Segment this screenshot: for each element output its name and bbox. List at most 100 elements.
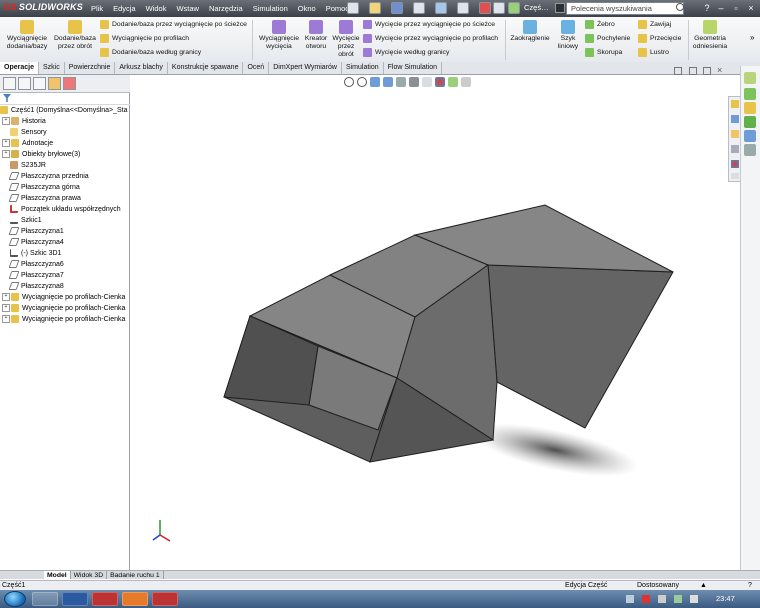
loft-body-right-front[interactable] bbox=[487, 264, 674, 429]
tree-item-sketch1[interactable]: Szkic1 bbox=[0, 216, 140, 227]
taskbar-solidworks-app[interactable] bbox=[92, 592, 118, 606]
boundary-boss-button[interactable]: Dodanie/baza według granicy bbox=[100, 48, 250, 57]
edit-appearance-icon[interactable] bbox=[435, 77, 445, 87]
tree-item-3d-sketch[interactable]: (-) Szkic 3D1 bbox=[0, 249, 140, 260]
tab-simulation[interactable]: Simulation bbox=[342, 62, 384, 74]
open-folder-icon[interactable] bbox=[369, 2, 381, 14]
design-library-icon[interactable] bbox=[731, 115, 739, 123]
extrude-cut-button[interactable]: Wyciągnięcie wycięcia bbox=[256, 19, 302, 51]
expand-icon[interactable]: + bbox=[2, 315, 10, 324]
minimize-icon[interactable]: – bbox=[714, 2, 728, 14]
revolve-boss-button[interactable]: Dodanie/baza przez obrót bbox=[52, 19, 98, 51]
options-icon[interactable] bbox=[508, 2, 520, 14]
tree-item-plane1[interactable]: Płaszczyzna1 bbox=[0, 227, 140, 238]
tab-evaluate[interactable]: Oceń bbox=[243, 62, 270, 74]
menu-simulation[interactable]: Simulation bbox=[248, 4, 293, 13]
close-icon[interactable]: × bbox=[744, 2, 758, 14]
tab-3d-view[interactable]: Widok 3D bbox=[71, 571, 108, 579]
help-icon[interactable]: ? bbox=[700, 2, 714, 14]
file-explorer-icon[interactable] bbox=[731, 130, 739, 138]
expand-icon[interactable]: + bbox=[2, 293, 10, 302]
tree-item-origin[interactable]: Początek układu współrzędnych bbox=[0, 205, 140, 216]
tree-item-history[interactable]: + Historia bbox=[0, 117, 132, 128]
expand-icon[interactable]: + bbox=[2, 150, 10, 159]
wrap-button[interactable]: Zawijaj bbox=[638, 20, 688, 29]
shell-button[interactable]: Skorupa bbox=[585, 48, 635, 57]
rebuild-icon[interactable] bbox=[479, 2, 491, 14]
tree-item-solid-bodies[interactable]: + Obiekty bryłowe(3) bbox=[0, 150, 132, 161]
display-style-icon[interactable] bbox=[409, 77, 419, 87]
tray-icon[interactable] bbox=[642, 595, 650, 603]
print-icon[interactable] bbox=[413, 2, 425, 14]
intersect-button[interactable]: Przecięcie bbox=[638, 34, 688, 43]
tab-sheet-metal[interactable]: Arkusz blachy bbox=[115, 62, 168, 74]
dimxpert-manager-tab-icon[interactable] bbox=[48, 77, 61, 90]
select-arrow-icon[interactable] bbox=[457, 2, 469, 14]
expand-icon[interactable]: + bbox=[2, 304, 10, 313]
boundary-cut-button[interactable]: Wycięcie według granicy bbox=[363, 48, 505, 57]
file-properties-icon[interactable] bbox=[493, 2, 505, 14]
tab-motion-study[interactable]: Badanie ruchu 1 bbox=[107, 571, 164, 579]
reference-tool-icon[interactable] bbox=[744, 116, 756, 128]
extrude-boss-button[interactable]: Wyciągnięcie dodania/bazy bbox=[4, 19, 50, 51]
mirror-button[interactable]: Lustro bbox=[638, 48, 688, 57]
taskbar-solidworks-app[interactable] bbox=[152, 592, 178, 606]
network-icon[interactable] bbox=[674, 595, 682, 603]
restore-icon[interactable]: ▫ bbox=[729, 2, 743, 14]
draft-button[interactable]: Pochylenie bbox=[585, 34, 635, 43]
curves-tool-icon[interactable] bbox=[744, 130, 756, 142]
feature-manager-tab-icon[interactable] bbox=[3, 77, 16, 90]
tree-item-plane7[interactable]: Płaszczyzna7 bbox=[0, 271, 140, 282]
tree-item-top-plane[interactable]: Płaszczyzna górna bbox=[0, 183, 140, 194]
hide-show-items-icon[interactable] bbox=[422, 77, 432, 87]
tree-item-loft2[interactable]: + Wyciągnięcie po profilach-Cienka bbox=[0, 304, 132, 315]
instant-3d-icon[interactable] bbox=[744, 144, 756, 156]
tree-item-right-plane[interactable]: Płaszczyzna prawa bbox=[0, 194, 140, 205]
rib-button[interactable]: Żebro bbox=[585, 20, 635, 29]
sketch-tool-icon[interactable] bbox=[744, 72, 756, 84]
viewport-maximize-icon[interactable] bbox=[703, 67, 711, 75]
tray-icon[interactable] bbox=[658, 595, 666, 603]
filter-icon[interactable] bbox=[3, 94, 11, 102]
search-commands-input[interactable]: Polecenia wyszukiwania bbox=[566, 2, 684, 15]
taskbar-clock[interactable]: 23:47 bbox=[716, 594, 735, 603]
taskbar-app[interactable] bbox=[122, 592, 148, 606]
tree-item-part[interactable]: Część1 (Domyślna<<Domyślna>_Sta bbox=[0, 106, 130, 117]
linear-pattern-button[interactable]: Szyk liniowy bbox=[553, 19, 583, 51]
menu-plik[interactable]: Plik bbox=[86, 4, 108, 13]
property-manager-tab-icon[interactable] bbox=[18, 77, 31, 90]
tab-surfaces[interactable]: Powierzchnie bbox=[65, 62, 116, 74]
tab-dimxpert[interactable]: DimXpert Wymiarów bbox=[269, 62, 342, 74]
start-button[interactable] bbox=[4, 591, 26, 607]
fillet-button[interactable]: Zaokrąglenie bbox=[508, 19, 552, 43]
taskbar-word-app[interactable] bbox=[62, 592, 88, 606]
part-model-view[interactable] bbox=[131, 75, 728, 570]
sweep-cut-button[interactable]: Wycięcie przez wyciągnięcie po ścieżce bbox=[363, 20, 505, 29]
loft-cut-button[interactable]: Wycięcie przez wyciągnięcie po profilach bbox=[363, 34, 505, 43]
sweep-boss-button[interactable]: Dodanie/baza przez wyciągnięcie po ścież… bbox=[100, 20, 250, 29]
undo-icon[interactable] bbox=[435, 2, 447, 14]
graphics-area[interactable] bbox=[131, 75, 728, 570]
tree-item-annotations[interactable]: + Adnotacje bbox=[0, 139, 132, 150]
search-category-dropdown[interactable]: Częś… bbox=[524, 3, 549, 12]
search-icon[interactable] bbox=[676, 3, 684, 11]
tab-features[interactable]: Operacje bbox=[0, 62, 39, 74]
tree-item-plane6[interactable]: Płaszczyzna6 bbox=[0, 260, 140, 271]
tab-weldments[interactable]: Konstrukcje spawane bbox=[168, 62, 244, 74]
custom-properties-icon[interactable] bbox=[731, 173, 739, 179]
tab-model[interactable]: Model bbox=[44, 571, 71, 579]
loft-boss-button[interactable]: Wyciągnięcie po profilach bbox=[100, 34, 250, 43]
taskbar-explorer-app[interactable] bbox=[32, 592, 58, 606]
hole-wizard-button[interactable]: Kreator otworu bbox=[301, 19, 331, 51]
menu-okno[interactable]: Okno bbox=[293, 4, 321, 13]
tree-item-front-plane[interactable]: Płaszczyzna przednia bbox=[0, 172, 140, 183]
menu-edycja[interactable]: Edycja bbox=[108, 4, 141, 13]
view-palette-icon[interactable] bbox=[731, 145, 739, 153]
expand-icon[interactable]: + bbox=[2, 117, 10, 126]
view-orientation-icon[interactable] bbox=[396, 77, 406, 87]
previous-view-icon[interactable] bbox=[370, 77, 380, 87]
display-manager-tab-icon[interactable] bbox=[63, 77, 76, 90]
tree-item-loft1[interactable]: + Wyciągnięcie po profilach-Cienka bbox=[0, 293, 132, 304]
view-settings-icon[interactable] bbox=[461, 77, 471, 87]
tray-icon[interactable] bbox=[626, 595, 634, 603]
